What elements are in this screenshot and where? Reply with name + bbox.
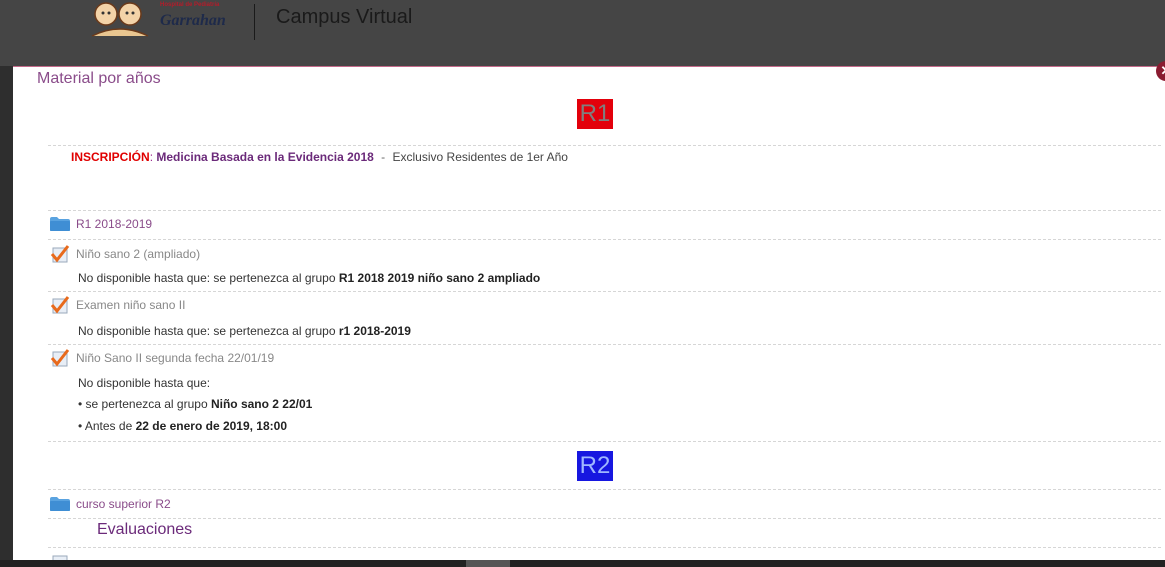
restriction-group: R1 2018 2019 niño sano 2 ampliado [338, 271, 541, 285]
folder-label[interactable]: curso superior R2 [76, 497, 171, 511]
page-title: Material por años [37, 70, 161, 87]
hospital-logo[interactable]: Hospital de Pediatría Garrahan [88, 0, 248, 42]
section-badge-r2: R2 [577, 451, 613, 481]
quiz-label[interactable]: Niño Sano II segunda fecha 22/01/19 [76, 351, 274, 365]
restriction-bullet: • Antes de 22 de enero de 2019, 18:00 [78, 419, 287, 433]
folder-icon [50, 217, 70, 231]
restriction-text: No disponible hasta que: se pertenezca a… [78, 324, 411, 338]
restriction-prefix: No disponible hasta que: se pertenezca a… [78, 271, 339, 285]
divider [48, 239, 1161, 240]
logo-title: Garrahan [160, 12, 226, 29]
restriction-bullet-prefix: • Antes de [78, 419, 136, 433]
restriction-group: Niño sano 2 22/01 [210, 397, 313, 411]
divider [48, 344, 1161, 345]
checkbox-check-icon [50, 245, 70, 263]
divider [48, 547, 1161, 548]
divider [48, 518, 1161, 519]
inscripcion-separator: - [381, 150, 386, 164]
logo-mascot-icon [91, 2, 149, 37]
modal-panel: Material por años R1 INSCRIPCIÓN: Medici… [13, 66, 1165, 561]
inscripcion-course-link[interactable]: Medicina Basada en la Evidencia 2018 [156, 150, 373, 164]
restriction-bullet-prefix: • se pertenezca al grupo [78, 397, 211, 411]
checkbox-check-icon [50, 349, 70, 367]
divider [48, 210, 1161, 211]
divider [48, 441, 1161, 442]
inscripcion-colon: : [149, 150, 154, 164]
checkbox-check-icon [50, 296, 70, 314]
header-divider [254, 4, 255, 40]
restriction-bullet: • se pertenezca al grupo Niño sano 2 22/… [78, 397, 312, 411]
section-badge-r1: R1 [577, 99, 613, 129]
inscripcion-note: Exclusivo Residentes de 1er Año [392, 150, 568, 164]
restriction-text: No disponible hasta que: se pertenezca a… [78, 271, 540, 285]
inscripcion-line: INSCRIPCIÓN: Medicina Basada en la Evide… [71, 150, 568, 164]
restriction-intro: No disponible hasta que: [78, 376, 211, 390]
folder-icon [50, 497, 70, 511]
section-heading: Evaluaciones [97, 521, 193, 538]
quiz-label[interactable]: Niño sano 2 (ampliado) [76, 247, 200, 261]
restriction-date: 22 de enero de 2019, 18:00 [135, 419, 288, 433]
top-header: Hospital de Pediatría Garrahan Campus Vi… [0, 0, 1165, 66]
site-title[interactable]: Campus Virtual [276, 6, 412, 29]
bottom-bar [0, 560, 1165, 567]
divider [48, 145, 1161, 146]
restriction-prefix: No disponible hasta que: se pertenezca a… [78, 324, 339, 338]
bottom-tab[interactable] [466, 560, 510, 567]
logo-subtitle: Hospital de Pediatría [160, 2, 220, 8]
folder-label[interactable]: R1 2018-2019 [76, 217, 152, 231]
quiz-label[interactable]: Examen niño sano II [76, 298, 185, 312]
inscripcion-label: INSCRIPCIÓN [71, 150, 150, 164]
divider [48, 291, 1161, 292]
restriction-group: r1 2018-2019 [338, 324, 411, 338]
divider [48, 489, 1161, 490]
